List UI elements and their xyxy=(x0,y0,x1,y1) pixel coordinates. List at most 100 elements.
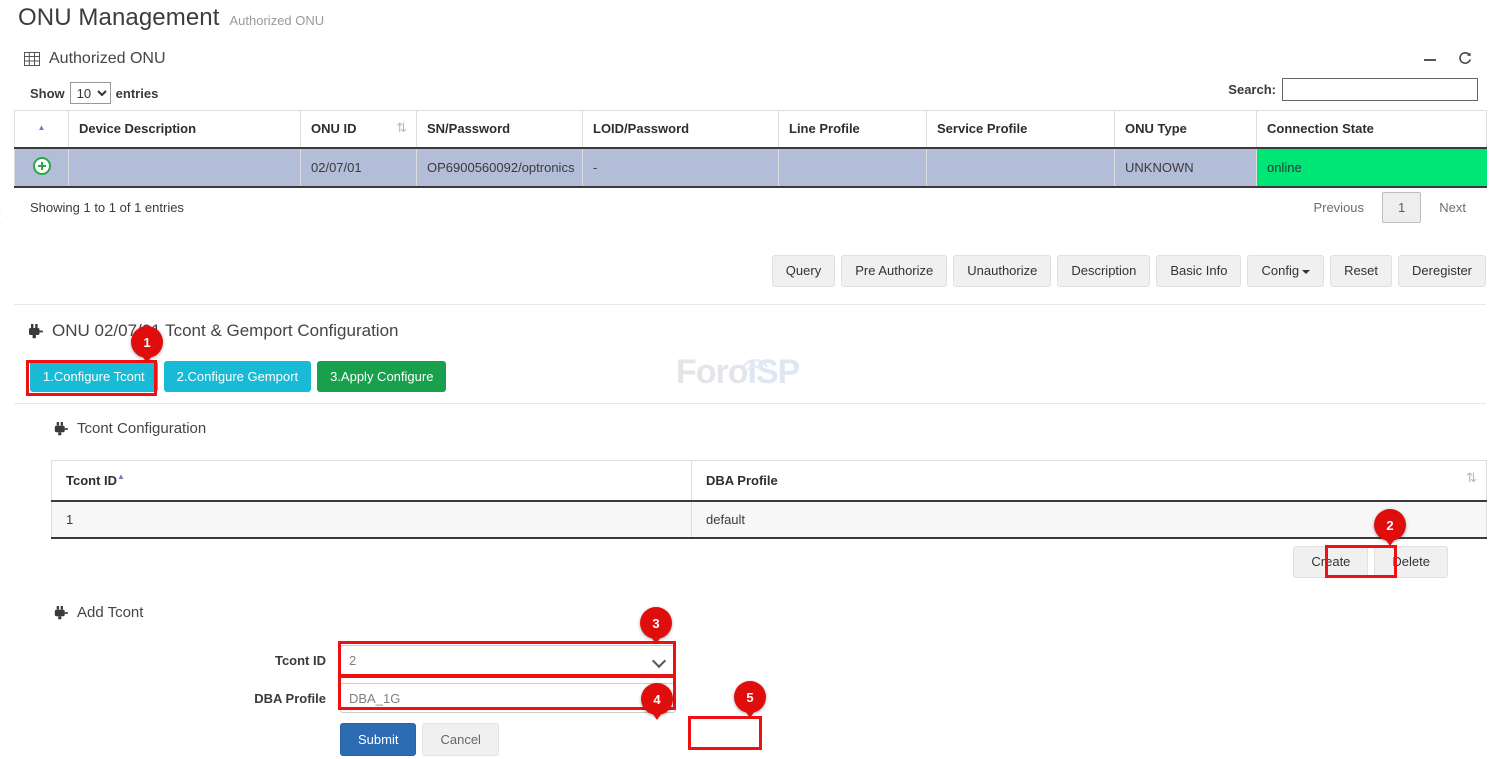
pagination-next[interactable]: Next xyxy=(1427,193,1478,222)
page-length-select[interactable]: 10 xyxy=(70,82,111,104)
reset-button[interactable]: Reset xyxy=(1330,255,1392,287)
cancel-button[interactable]: Cancel xyxy=(422,723,498,756)
watermark-text-2: ISP xyxy=(748,353,800,391)
basic-info-button[interactable]: Basic Info xyxy=(1156,255,1241,287)
wifi-icon xyxy=(740,344,770,378)
col-connection-state[interactable]: Connection State xyxy=(1257,111,1487,148)
dba-profile-select[interactable]: DBA_1G xyxy=(340,683,676,713)
plug-icon-add-tcont xyxy=(52,605,68,620)
minimize-icon[interactable] xyxy=(1424,52,1436,67)
description-button[interactable]: Description xyxy=(1057,255,1150,287)
foroisp-watermark: ForoISP xyxy=(676,355,799,389)
pagination: Previous 1 Next xyxy=(1301,192,1478,223)
tcont-table-buttons: Create Delete xyxy=(1293,546,1448,578)
apply-configure-tab[interactable]: 3.Apply Configure xyxy=(317,361,446,392)
config-dropdown-button[interactable]: Config xyxy=(1247,255,1324,287)
dba-profile-row: DBA Profile DBA_1G xyxy=(40,683,740,713)
cell-loid-password: - xyxy=(583,148,779,187)
cell-dba-profile: default xyxy=(692,501,1487,538)
badge-2: 2 xyxy=(1374,509,1406,541)
col-select-all[interactable] xyxy=(15,111,69,148)
tcont-row[interactable]: 1 default xyxy=(52,501,1487,538)
badge-1: 1 xyxy=(131,326,163,358)
dba-profile-select-wrap: DBA_1G xyxy=(340,683,676,713)
table-grid-icon xyxy=(24,52,40,66)
badge-4: 4 xyxy=(641,683,673,715)
configure-tcont-tab[interactable]: 1.Configure Tcont xyxy=(30,361,158,392)
left-edge-artifact: ( xyxy=(0,210,1,224)
entries-label: entries xyxy=(116,86,159,101)
form-buttons-row: x Submit Cancel xyxy=(40,723,740,756)
show-label: Show xyxy=(30,86,65,101)
tcont-table: Tcont ID DBA Profile 1 default xyxy=(51,460,1487,539)
plug-icon-tcont xyxy=(52,421,68,436)
add-tcont-form: Tcont ID 2 DBA Profile DBA_1G x Submit C… xyxy=(40,645,740,759)
row-select-cell[interactable] xyxy=(15,148,69,187)
dba-profile-label: DBA Profile xyxy=(40,691,340,706)
pre-authorize-button[interactable]: Pre Authorize xyxy=(841,255,947,287)
authorized-onu-panel: Authorized ONU Show 10 entries xyxy=(14,44,1486,230)
datatable-footer: Showing 1 to 1 of 1 entries Previous 1 N… xyxy=(14,188,1486,230)
page-subtitle: Authorized ONU xyxy=(230,13,325,28)
cell-device-description xyxy=(69,148,301,187)
col-sn-password[interactable]: SN/Password xyxy=(417,111,583,148)
authorized-onu-table: Device Description ONU ID SN/Password LO… xyxy=(14,110,1487,188)
col-line-profile[interactable]: Line Profile xyxy=(779,111,927,148)
search-input[interactable] xyxy=(1282,78,1478,101)
col-loid-password[interactable]: LOID/Password xyxy=(583,111,779,148)
col-service-profile[interactable]: Service Profile xyxy=(927,111,1115,148)
panel-title: Authorized ONU xyxy=(49,50,166,68)
search-label: Search: xyxy=(1228,82,1276,97)
col-dba-profile[interactable]: DBA Profile xyxy=(692,461,1487,501)
page-header: ONU Management Authorized ONU xyxy=(18,4,324,32)
col-onu-type[interactable]: ONU Type xyxy=(1115,111,1257,148)
tcont-id-select[interactable]: 2 xyxy=(340,645,676,675)
cell-onu-type: UNKNOWN xyxy=(1115,148,1257,187)
plug-icon xyxy=(26,323,43,339)
chevron-down-icon xyxy=(1302,270,1310,274)
table-header-row: Device Description ONU ID SN/Password LO… xyxy=(15,111,1487,148)
datatable-info: Showing 1 to 1 of 1 entries xyxy=(30,200,184,215)
cell-line-profile xyxy=(779,148,927,187)
config-label: Config xyxy=(1261,263,1299,278)
search-control: Search: xyxy=(1228,78,1478,101)
query-button[interactable]: Query xyxy=(772,255,835,287)
tcont-id-label: Tcont ID xyxy=(40,653,340,668)
col-onu-id[interactable]: ONU ID xyxy=(301,111,417,148)
tcont-id-row: Tcont ID 2 xyxy=(40,645,740,675)
deregister-button[interactable]: Deregister xyxy=(1398,255,1486,287)
col-device-description[interactable]: Device Description xyxy=(69,111,301,148)
plus-circle-icon[interactable] xyxy=(33,157,51,175)
cell-connection-state: online xyxy=(1257,148,1487,187)
panel-header-left: Authorized ONU xyxy=(24,50,166,68)
tcont-config-heading: Tcont Configuration xyxy=(52,420,206,437)
panel-header: Authorized ONU xyxy=(14,44,1486,74)
page-title: ONU Management xyxy=(18,4,220,32)
divider-steps xyxy=(14,403,1486,404)
col-tcont-id[interactable]: Tcont ID xyxy=(52,461,692,501)
badge-3: 3 xyxy=(640,607,672,639)
datatable-controls: Show 10 entries Search: xyxy=(14,76,1486,110)
add-tcont-title: Add Tcont xyxy=(77,604,143,621)
create-button[interactable]: Create xyxy=(1293,546,1368,578)
tcont-config-title: Tcont Configuration xyxy=(77,420,206,437)
add-tcont-heading: Add Tcont xyxy=(52,604,143,621)
unauthorize-button[interactable]: Unauthorize xyxy=(953,255,1051,287)
configure-gemport-tab[interactable]: 2.Configure Gemport xyxy=(164,361,311,392)
table-row[interactable]: 02/07/01 OP6900560092/optronics - UNKNOW… xyxy=(15,148,1487,187)
submit-button[interactable]: Submit xyxy=(340,723,416,756)
cell-sn-password: OP6900560092/optronics xyxy=(417,148,583,187)
cell-service-profile xyxy=(927,148,1115,187)
divider-top xyxy=(14,304,1486,305)
delete-button[interactable]: Delete xyxy=(1374,546,1448,578)
onu-config-heading: ONU 02/07/01 Tcont & Gemport Configurati… xyxy=(26,321,398,341)
watermark-text-1: Foro xyxy=(676,353,748,391)
onu-config-title: ONU 02/07/01 Tcont & Gemport Configurati… xyxy=(52,321,398,341)
onu-action-buttons: Query Pre Authorize Unauthorize Descript… xyxy=(772,255,1486,287)
pagination-previous[interactable]: Previous xyxy=(1301,193,1376,222)
cell-tcont-id: 1 xyxy=(52,501,692,538)
pagination-page-1[interactable]: 1 xyxy=(1382,192,1421,223)
refresh-icon[interactable] xyxy=(1458,51,1472,68)
onu-management-page: ONU Management Authorized ONU Authorized… xyxy=(0,0,1500,759)
tcont-table-wrap: Tcont ID DBA Profile 1 default xyxy=(51,460,1487,539)
